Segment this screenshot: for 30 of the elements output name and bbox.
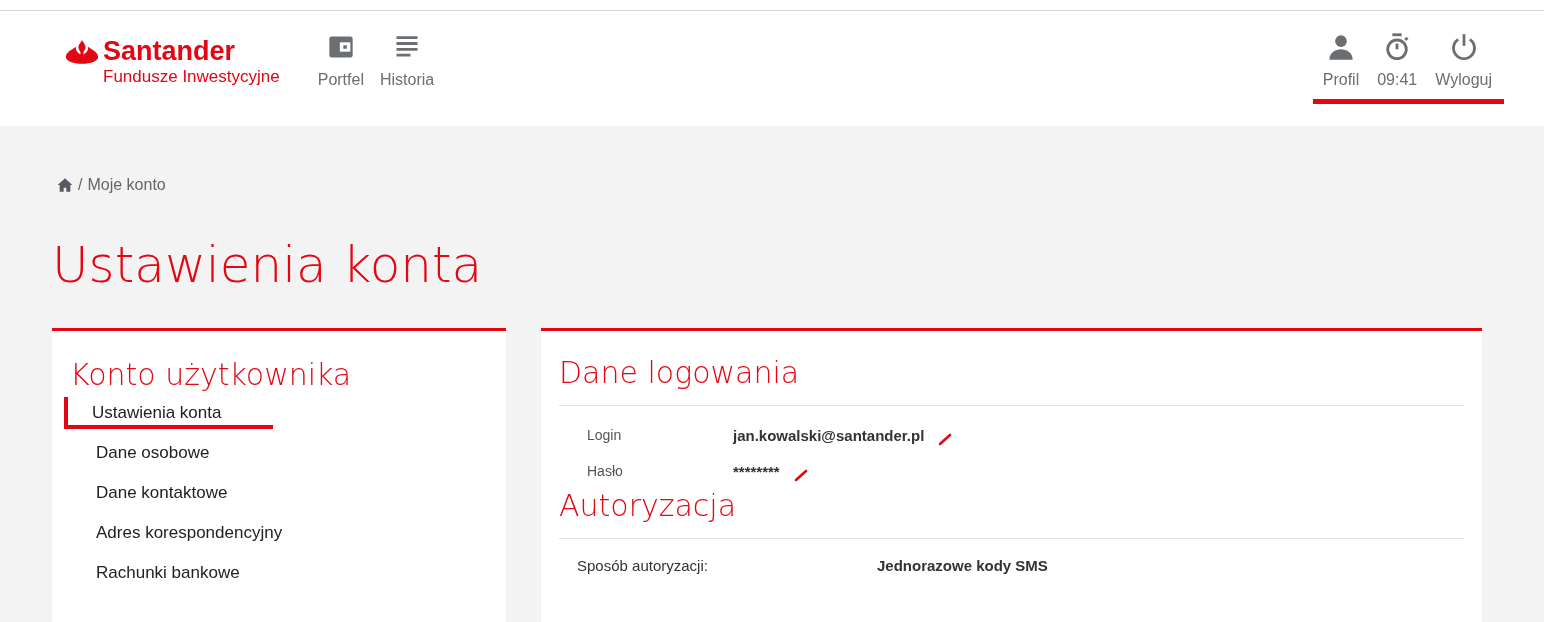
- brand-name: Santander: [103, 37, 236, 65]
- field-label: Sposób autoryzacji:: [577, 557, 709, 574]
- sidebar-item[interactable]: Adres korespondencyjny: [70, 517, 305, 549]
- field-label: Hasło: [587, 463, 624, 479]
- field-label: Login: [587, 427, 623, 443]
- home-icon[interactable]: [57, 177, 73, 193]
- edit-icon[interactable]: [793, 468, 808, 482]
- sidebar-item[interactable]: Dane osobowe: [70, 437, 232, 469]
- person-icon: [1326, 33, 1355, 61]
- brand-subtitle: Fundusze Inwestycyjne: [103, 67, 280, 87]
- user-menu-link[interactable]: Profil: [1322, 33, 1360, 89]
- nav-link[interactable]: Portfel: [317, 33, 364, 89]
- breadcrumb-item[interactable]: Moje konto: [87, 176, 166, 194]
- nav-link[interactable]: Historia: [379, 33, 435, 89]
- section-title: Dane logowania: [559, 354, 801, 392]
- field-value: Jednorazowe kody SMS: [877, 557, 1048, 574]
- sidebar-item[interactable]: Ustawienia konta: [64, 397, 274, 429]
- flame-logo-icon: [65, 38, 99, 64]
- user-menu-link[interactable]: Wyloguj: [1435, 33, 1492, 89]
- section-title: Autoryzacja: [559, 487, 738, 525]
- user-menu-link[interactable]: 09:41: [1377, 33, 1418, 89]
- field-value: ********: [733, 462, 780, 480]
- page-title: Ustawienia konta: [52, 235, 484, 296]
- power-icon: [1449, 33, 1478, 61]
- sidebar-item[interactable]: Dane kontaktowe: [70, 477, 250, 509]
- sidebar-title: Konto użytkownika: [70, 356, 353, 394]
- field-value: jan.kowalski@santander.pl: [733, 426, 925, 444]
- sidebar-item[interactable]: Rachunki bankowe: [70, 557, 262, 589]
- breadcrumb-separator: /: [78, 176, 83, 194]
- edit-icon[interactable]: [938, 432, 953, 446]
